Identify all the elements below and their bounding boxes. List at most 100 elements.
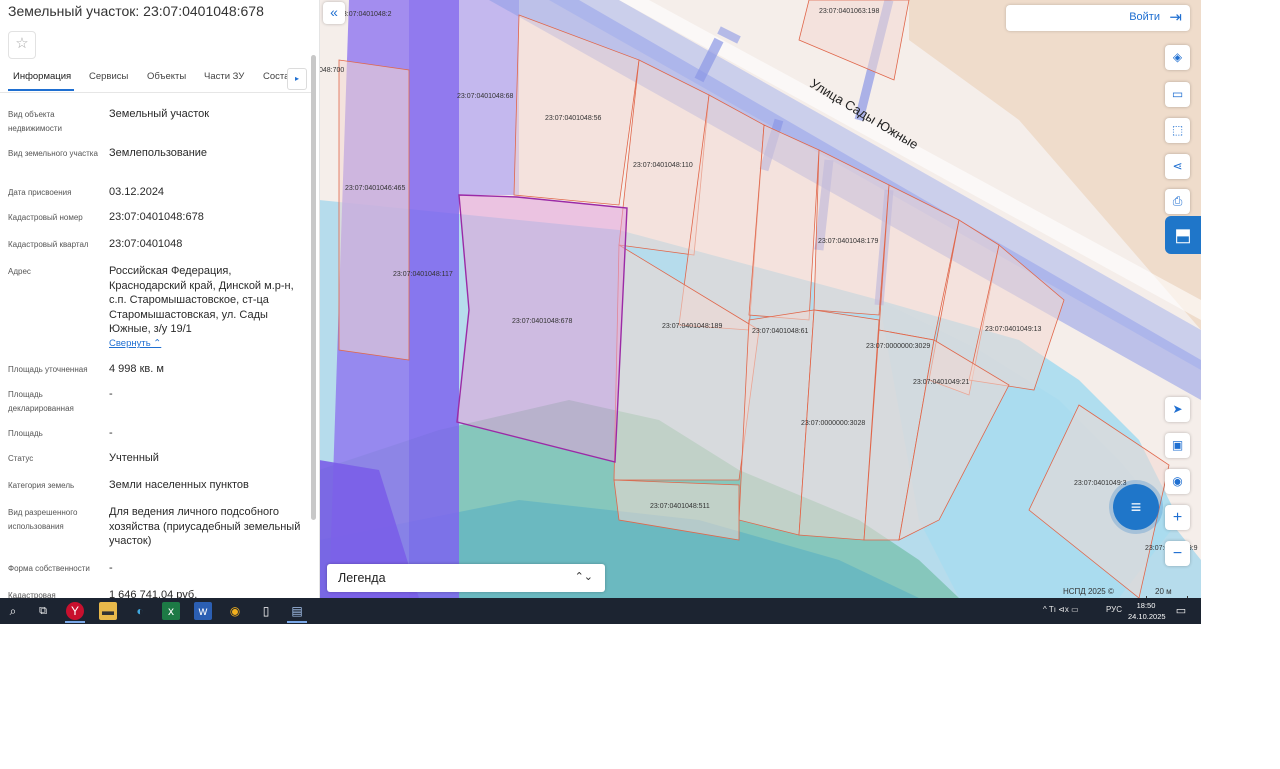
map-label-p_2: 23:07:0401048:2 <box>339 11 392 18</box>
value-object-type: Земельный участок <box>109 108 210 120</box>
panel-scrollbar[interactable] <box>311 55 316 520</box>
login-label: Войти <box>1129 11 1160 23</box>
layers-icon[interactable]: ◈ <box>1165 45 1190 70</box>
map-view[interactable]: 23:07:0401048:2 23:07:0401063:198 048:70… <box>319 0 1201 598</box>
label-permitted-use: Вид разрешенного использования <box>8 508 78 531</box>
ruler-icon[interactable]: ▭ <box>1165 82 1190 107</box>
map-label-p_189: 23:07:0401048:189 <box>662 323 722 330</box>
chrome-icon[interactable]: ◉ <box>226 602 244 620</box>
label-cadastral-value: Кадастровая <box>8 591 56 598</box>
locate-icon[interactable]: ➤ <box>1165 397 1190 422</box>
label-area: Площадь <box>8 429 43 438</box>
chevron-updown-icon: ⌃⌄ <box>574 571 593 583</box>
login-button[interactable]: Войти ⇥ <box>1006 5 1190 31</box>
running-app-indicator <box>287 621 307 623</box>
zoom-out-button[interactable]: − <box>1165 541 1190 566</box>
clock-date: 24.10.2025 <box>1128 612 1166 621</box>
share-icon[interactable]: ⋖ <box>1165 154 1190 179</box>
map-label-p_110: 23:07:0401048:110 <box>633 162 693 169</box>
value-area: - <box>109 427 113 439</box>
edge-icon[interactable]: ◐ <box>131 602 149 620</box>
value-cadastral-value: 1 646 741,04 руб. <box>109 589 198 598</box>
select-area-icon[interactable]: ⬚ <box>1165 118 1190 143</box>
map-label-p_700: 048:700 <box>319 67 344 74</box>
label-land-category: Категория земель <box>8 481 75 490</box>
label-cadastral-number: Кадастровый номер <box>8 213 83 222</box>
map-attribution: НСПД 2025 © <box>1063 587 1114 596</box>
tray-icons[interactable]: ^ Tı ⊲x ▭ <box>1043 605 1079 614</box>
value-address: Российская Федерация, Краснодарский край… <box>109 265 294 335</box>
clock-time: 18:50 <box>1136 601 1156 610</box>
zoom-in-button[interactable]: + <box>1165 505 1190 530</box>
tab-info[interactable]: Информация <box>13 71 71 82</box>
yandex-browser-icon[interactable]: Y <box>66 602 84 620</box>
print-icon[interactable]: ⎙ <box>1165 189 1190 214</box>
value-cadastral-quarter[interactable]: 23:07:0401048 <box>109 237 307 252</box>
map-label-p_678: 23:07:0401048:678 <box>512 318 572 325</box>
label-cadastral-quarter: Кадастровый квартал <box>8 240 89 249</box>
screen: 23:07:0401048:2 23:07:0401063:198 048:70… <box>0 0 1201 624</box>
tab-services[interactable]: Сервисы <box>89 71 128 82</box>
chat-button[interactable]: ≡ <box>1113 484 1159 530</box>
geolocation-icon[interactable]: ◉ <box>1165 469 1190 494</box>
tab-bar: Информация Сервисы Объекты Части ЗУ Сост… <box>0 64 312 93</box>
legend-label: Легенда <box>338 571 386 585</box>
map-label-p_61: 23:07:0401048:61 <box>752 328 809 335</box>
map-label-p_21: 23:07:0401049:21 <box>913 379 970 386</box>
map-label-p_511: 23:07:0401048:511 <box>650 503 710 510</box>
document-icon[interactable]: ▯ <box>257 602 275 620</box>
value-date: 03.12.2024 <box>109 186 165 198</box>
label-area-specified: Площадь уточненная <box>8 365 88 374</box>
word-icon[interactable]: w <box>194 602 212 620</box>
label-ownership: Форма собственности <box>8 564 90 573</box>
login-icon: ⇥ <box>1169 9 1182 26</box>
map-label-p_3028: 23:07:0000000:3028 <box>801 420 865 427</box>
tab-composition[interactable]: Соста <box>263 71 289 82</box>
label-address: Адрес <box>8 267 31 276</box>
collapse-address-link[interactable]: Свернуть ⌃ <box>109 338 161 349</box>
task-view-icon[interactable]: ⧉ <box>34 602 52 620</box>
notifications-icon[interactable]: ▭ <box>1172 602 1190 620</box>
app-icon[interactable]: ▤ <box>288 602 306 620</box>
file-explorer-icon[interactable]: ▬ <box>99 602 117 620</box>
map-label-p_198: 23:07:0401063:198 <box>819 8 879 15</box>
excel-icon[interactable]: x <box>162 602 180 620</box>
tab-objects[interactable]: Объекты <box>147 71 186 82</box>
legend-dropdown[interactable]: Легенда ⌃⌄ <box>327 564 605 592</box>
map-label-p_68: 23:07:0401048:68 <box>457 93 514 100</box>
map-label-p_3029: 23:07:0000000:3029 <box>866 343 930 350</box>
map-label-p_465: 23:07:0401046:465 <box>345 185 405 192</box>
active-app-indicator <box>65 621 85 623</box>
page-title: Земельный участок: 23:07:0401048:678 <box>8 3 264 19</box>
language-indicator[interactable]: РУС <box>1106 605 1122 614</box>
label-date: Дата присвоения <box>8 188 72 197</box>
value-area-declared: - <box>109 388 113 400</box>
value-parcel-type: Землепользование <box>109 147 208 159</box>
search-icon[interactable]: ⌕ <box>4 602 22 620</box>
active-tool-icon[interactable]: ⬒ <box>1165 216 1201 254</box>
map-label-p_13: 23:07:0401049:13 <box>985 326 1042 333</box>
label-parcel-type: Вид земельного участка <box>8 149 98 158</box>
clock[interactable]: 18:50 24.10.2025 <box>1128 600 1166 622</box>
value-status: Учтенный <box>109 452 159 464</box>
minimap-icon[interactable]: ▣ <box>1165 433 1190 458</box>
map-label-p_117: 23:07:0401048:117 <box>393 271 453 278</box>
collapse-panel-button[interactable]: « <box>323 2 345 24</box>
value-cadastral-number[interactable]: 23:07:0401048:678 <box>109 210 307 225</box>
label-area-declared: Площадь декларированная <box>8 390 74 413</box>
map-label-p_3: 23:07:0401049:3 <box>1074 480 1127 487</box>
tabs-scroll-right-icon[interactable]: ▸ <box>287 68 307 90</box>
favorite-star-icon[interactable]: ☆ <box>8 31 36 59</box>
map-label-p_179: 23:07:0401048:179 <box>818 238 878 245</box>
scale-label: 20 м <box>1155 587 1172 596</box>
value-land-category: Земли населенных пунктов <box>109 479 249 491</box>
label-status: Статус <box>8 454 34 463</box>
label-object-type: Вид объекта недвижимости <box>8 110 62 133</box>
value-ownership: - <box>109 562 113 574</box>
map-label-p_56: 23:07:0401048:56 <box>545 115 602 122</box>
value-area-specified: 4 998 кв. м <box>109 363 164 375</box>
tab-parts[interactable]: Части ЗУ <box>204 71 244 82</box>
info-panel: Земельный участок: 23:07:0401048:678 ☆ И… <box>0 0 320 598</box>
active-tab-indicator <box>8 89 74 91</box>
map-canvas[interactable]: 23:07:0401048:2 23:07:0401063:198 048:70… <box>319 0 1201 598</box>
